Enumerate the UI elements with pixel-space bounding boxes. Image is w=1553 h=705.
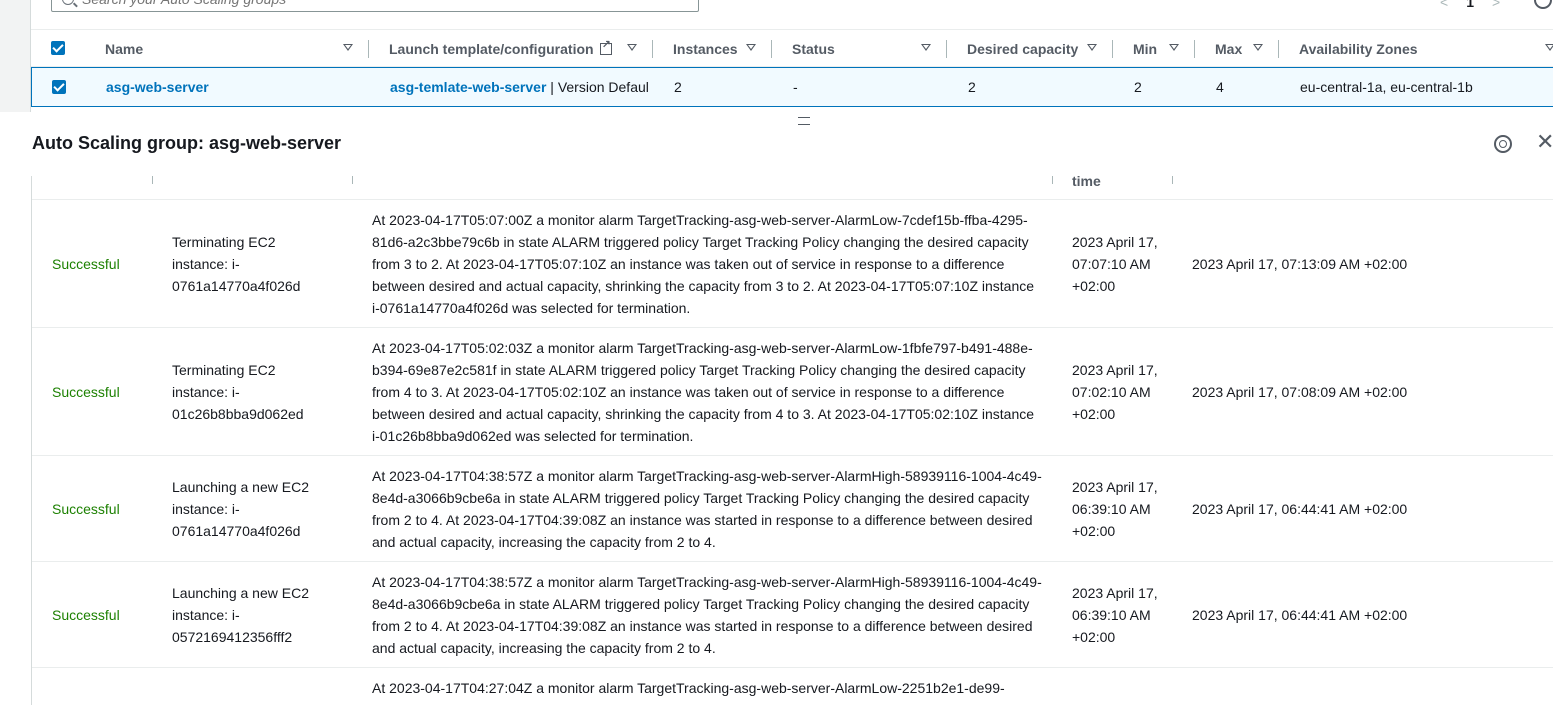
min-cell: 2: [1134, 79, 1142, 95]
asg-list-area: < 1 > Name Launch template/configuration…: [0, 0, 1553, 112]
split-panel-handle[interactable]: [798, 117, 810, 125]
col-divider[interactable]: [368, 40, 369, 58]
select-all-checkbox[interactable]: [51, 41, 65, 55]
activity-start-time: 2023 April 17, 07:07:10 AM +02:00: [1072, 234, 1158, 294]
col-min[interactable]: Min: [1133, 41, 1157, 57]
activity-row: Successful Launching a new EC2 instance:…: [32, 562, 1553, 668]
sort-max-icon[interactable]: [1253, 44, 1263, 51]
col-zones[interactable]: Availability Zones: [1299, 41, 1418, 57]
col-divider[interactable]: [946, 40, 947, 58]
col-desired[interactable]: Desired capacity: [967, 41, 1078, 57]
max-cell: 4: [1216, 79, 1224, 95]
asg-table-header: Name Launch template/configuration Insta…: [31, 29, 1553, 67]
activity-description: Terminating EC2 instance: i-01c26b8bba9d…: [172, 362, 304, 422]
col-divider[interactable]: [1112, 40, 1113, 58]
col-name[interactable]: Name: [105, 41, 143, 57]
activity-description: Terminating EC2 instance: i-0761a14770a4…: [172, 234, 301, 294]
search-box[interactable]: [51, 0, 699, 12]
col-divider[interactable]: [1172, 176, 1173, 184]
asg-table: Name Launch template/configuration Insta…: [31, 29, 1553, 107]
sort-instances-icon[interactable]: [746, 44, 756, 51]
col-divider[interactable]: [1278, 40, 1279, 58]
activity-description: Launching a new EC2 instance: i-05721694…: [172, 585, 309, 645]
row-checkbox[interactable]: [52, 80, 66, 94]
col-status[interactable]: Status: [792, 41, 835, 57]
sort-zones-icon[interactable]: [1545, 44, 1553, 51]
col-divider[interactable]: [771, 40, 772, 58]
sort-launch-icon[interactable]: [627, 44, 637, 51]
sort-desired-icon[interactable]: [1087, 44, 1097, 51]
status-cell: -: [793, 79, 798, 95]
side-strip: [0, 0, 31, 112]
panel-settings-gear-icon[interactable]: [1494, 135, 1512, 153]
sort-status-icon[interactable]: [921, 44, 931, 51]
activity-end-time: 2023 April 17, 07:08:09 AM +02:00: [1192, 384, 1408, 400]
activity-table-header: time: [32, 176, 1553, 200]
page-number[interactable]: 1: [1466, 0, 1474, 10]
activity-cause: At 2023-04-17T05:02:03Z a monitor alarm …: [372, 340, 1035, 444]
activity-start-time: 2023 April 17, 07:02:10 AM +02:00: [1072, 362, 1158, 422]
col-launch-template[interactable]: Launch template/configuration: [389, 38, 612, 57]
col-divider[interactable]: [652, 40, 653, 58]
activity-status: Successful: [52, 501, 120, 517]
activity-row: Successful Terminating EC2 instance: i-0…: [32, 328, 1553, 456]
instances-cell: 2: [674, 79, 682, 95]
col-divider[interactable]: [352, 176, 353, 184]
preferences-gear-icon[interactable]: [1534, 0, 1552, 9]
pagination: < 1 >: [1440, 0, 1500, 10]
activity-row: Successful Launching a new EC2 instance:…: [32, 456, 1553, 562]
close-icon[interactable]: ✕: [1536, 131, 1553, 153]
activity-row: Successful Terminating EC2 instance: i-0…: [32, 200, 1553, 328]
activity-end-time: 2023 April 17, 07:13:09 AM +02:00: [1192, 256, 1408, 272]
activity-end-time: 2023 April 17, 06:44:41 AM +02:00: [1192, 501, 1408, 517]
col-instances[interactable]: Instances: [673, 41, 738, 57]
sort-name-icon[interactable]: [343, 44, 353, 51]
external-link-icon: [599, 38, 612, 55]
activity-cause: At 2023-04-17T04:27:04Z a monitor alarm …: [372, 680, 1005, 696]
activity-start-time: 2023 April 17, 06:39:10 AM +02:00: [1072, 585, 1158, 645]
activity-description: Launching a new EC2 instance: i-0761a147…: [172, 479, 309, 539]
asg-name-link[interactable]: asg-web-server: [106, 79, 209, 95]
activity-status: Successful: [52, 607, 120, 623]
col-divider[interactable]: [1052, 176, 1053, 184]
activity-cause: At 2023-04-17T05:07:00Z a monitor alarm …: [372, 212, 1035, 316]
activity-cause: At 2023-04-17T04:38:57Z a monitor alarm …: [372, 574, 1042, 656]
col-divider[interactable]: [152, 176, 153, 184]
asg-row-selected[interactable]: asg-web-server asg-temlate-web-server | …: [31, 67, 1553, 107]
activity-status: Successful: [52, 384, 120, 400]
zones-cell: eu-central-1a, eu-central-1b: [1300, 79, 1473, 95]
next-page-button[interactable]: >: [1492, 0, 1500, 10]
launch-template-link[interactable]: asg-temlate-web-server: [390, 79, 546, 95]
sort-min-icon[interactable]: [1169, 44, 1179, 51]
search-input[interactable]: [82, 0, 642, 7]
activity-start-time: 2023 April 17, 06:39:10 AM +02:00: [1072, 479, 1158, 539]
start-time-header[interactable]: time: [1072, 176, 1101, 189]
panel-title: Auto Scaling group: asg-web-server: [32, 133, 342, 153]
activity-status: Successful: [52, 256, 120, 272]
col-divider[interactable]: [1194, 40, 1195, 58]
desired-cell: 2: [968, 79, 976, 95]
prev-page-button[interactable]: <: [1440, 0, 1448, 10]
launch-version: | Version Defaul: [546, 79, 649, 95]
activity-cause: At 2023-04-17T04:38:57Z a monitor alarm …: [372, 468, 1042, 550]
activity-row: At 2023-04-17T04:27:04Z a monitor alarm …: [32, 668, 1553, 705]
search-icon: [62, 0, 74, 5]
launch-template-cell: asg-temlate-web-server | Version Defaul: [390, 79, 649, 95]
col-max[interactable]: Max: [1215, 41, 1242, 57]
activity-end-time: 2023 April 17, 06:44:41 AM +02:00: [1192, 607, 1408, 623]
activity-history-table: time Successful Terminating EC2 instance…: [31, 176, 1553, 705]
